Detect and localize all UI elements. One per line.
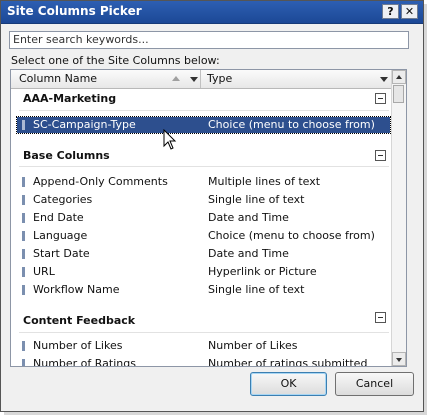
title-bar[interactable]: Site Columns Picker ? ✕ — [1, 1, 423, 24]
list-item[interactable]: Workflow Name Single line of text — [17, 282, 390, 298]
row-type: Date and Time — [208, 211, 289, 224]
site-column-icon — [22, 341, 25, 351]
column-name-header-label: Column Name — [19, 72, 98, 85]
row-type: Hyperlink or Picture — [208, 265, 317, 278]
row-name: End Date — [33, 211, 84, 224]
site-column-icon — [22, 359, 25, 366]
row-type: Single line of text — [208, 193, 305, 206]
group-header-content-feedback: Content Feedback — [23, 314, 136, 327]
row-name: Categories — [33, 193, 93, 206]
list-item[interactable]: Start Date Date and Time — [17, 246, 390, 262]
site-column-icon — [22, 249, 25, 259]
site-column-icon — [22, 231, 25, 241]
row-name: Number of Likes — [33, 339, 123, 352]
site-column-icon — [22, 177, 25, 187]
row-name: SC-Campaign-Type — [33, 118, 136, 131]
instruction-label: Select one of the Site Columns below: — [11, 54, 220, 67]
search-input[interactable]: Enter search keywords... — [9, 31, 409, 49]
group-header-aaa-marketing: AAA-Marketing — [23, 92, 117, 105]
list-item[interactable]: Append-Only Comments Multiple lines of te… — [17, 174, 390, 190]
list-header: Column Name Type — [11, 70, 393, 89]
vertical-scrollbar[interactable] — [391, 70, 406, 366]
scroll-down-arrow[interactable] — [392, 352, 406, 366]
list-item[interactable]: End Date Date and Time — [17, 210, 390, 226]
list-item[interactable]: Number of Ratings Number of ratings submi… — [17, 356, 390, 367]
scroll-thumb[interactable] — [393, 85, 404, 103]
list-item[interactable]: URL Hyperlink or Picture — [17, 264, 390, 280]
row-type: Date and Time — [208, 247, 289, 260]
site-columns-list[interactable]: Column Name Type AAA-Marketing SC-Campai… — [10, 69, 407, 367]
row-name: Workflow Name — [33, 283, 120, 296]
help-button[interactable]: ? — [382, 4, 399, 19]
sort-ascending-icon — [172, 76, 180, 81]
group-header-base-columns: Base Columns — [23, 149, 110, 162]
row-name: Number of Ratings — [33, 357, 136, 367]
group-divider — [19, 110, 389, 111]
mouse-cursor-icon — [163, 129, 177, 150]
row-name: Language — [33, 229, 88, 242]
arrow-down-icon — [396, 358, 402, 362]
site-column-icon — [22, 267, 25, 277]
type-header[interactable]: Type — [201, 70, 393, 88]
site-column-icon — [22, 195, 25, 205]
group-divider — [19, 332, 389, 333]
site-columns-picker-dialog: Site Columns Picker ? ✕ Enter search key… — [0, 0, 424, 412]
row-type: Single line of text — [208, 283, 305, 296]
row-type: Multiple lines of text — [208, 175, 321, 188]
site-column-icon — [22, 213, 25, 223]
window-title: Site Columns Picker — [7, 4, 142, 18]
list-item[interactable]: Number of Likes Number of Likes — [17, 338, 390, 354]
collapse-icon[interactable] — [375, 93, 386, 104]
list-item[interactable]: Language Choice (menu to choose from) — [17, 228, 390, 244]
row-type: Number of Likes — [208, 339, 298, 352]
list-item[interactable]: Categories Single line of text — [17, 192, 390, 208]
row-name: URL — [33, 265, 55, 278]
column-name-header[interactable]: Column Name — [11, 70, 201, 88]
row-type: Choice (menu to choose from) — [208, 229, 375, 242]
cancel-button[interactable]: Cancel — [335, 372, 414, 396]
arrow-up-icon — [396, 75, 402, 79]
group-divider — [19, 166, 389, 167]
ok-button[interactable]: OK — [250, 372, 327, 396]
site-column-icon — [22, 120, 25, 130]
type-header-label: Type — [207, 72, 233, 85]
chevron-down-icon[interactable] — [190, 77, 198, 82]
collapse-icon[interactable] — [375, 150, 386, 161]
chevron-down-icon[interactable] — [380, 77, 388, 82]
row-type: Choice (menu to choose from) — [208, 118, 375, 131]
row-name: Start Date — [33, 247, 90, 260]
site-column-icon — [22, 285, 25, 295]
list-item[interactable]: SC-Campaign-Type Choice (menu to choose … — [16, 116, 391, 134]
close-button[interactable]: ✕ — [401, 4, 418, 19]
row-name: Append-Only Comments — [33, 175, 168, 188]
row-type: Number of ratings submitted — [208, 357, 368, 367]
scroll-up-arrow[interactable] — [392, 70, 406, 84]
collapse-icon[interactable] — [375, 312, 386, 323]
